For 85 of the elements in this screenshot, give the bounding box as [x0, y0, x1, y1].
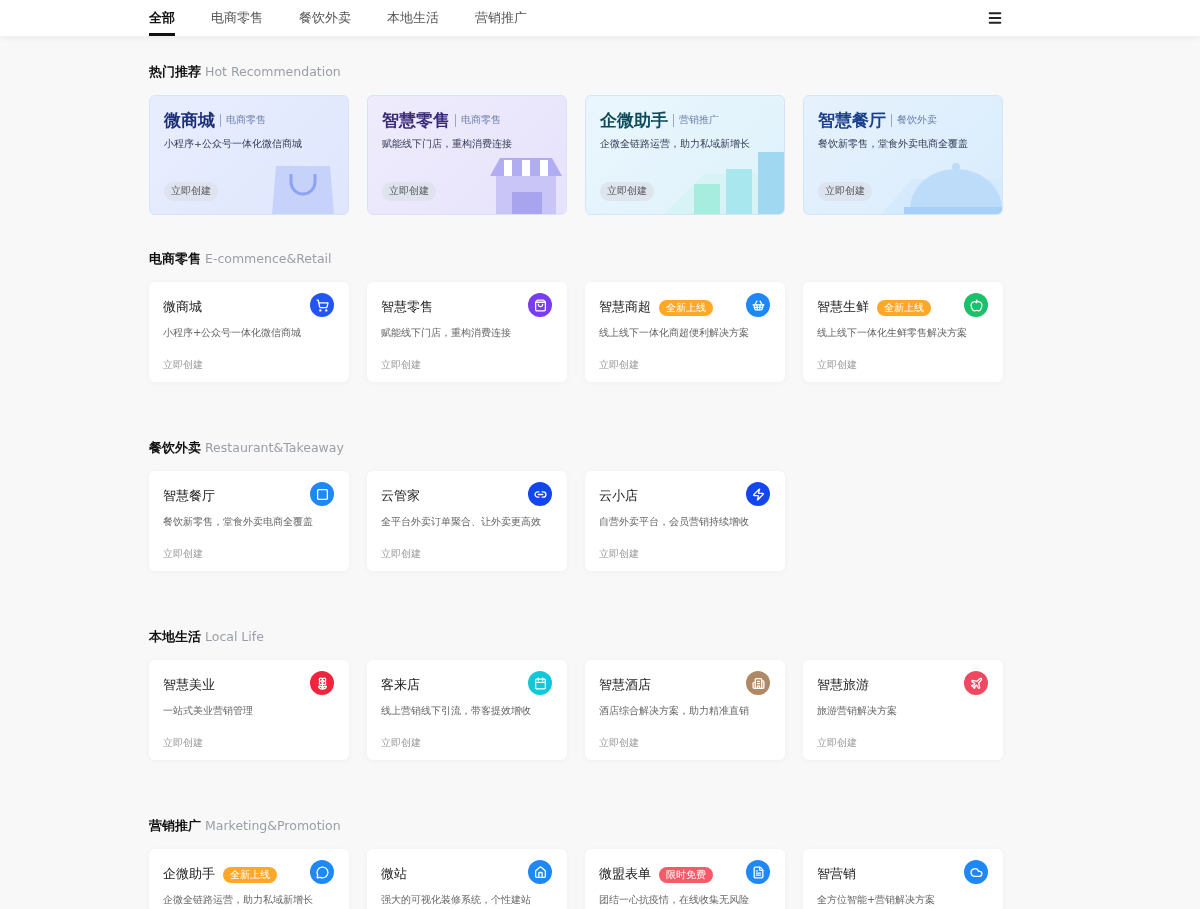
product-title: 微盟表单 — [599, 866, 651, 883]
product-title: 智慧旅游 — [817, 677, 869, 694]
product-title: 微商城 — [164, 109, 215, 132]
product-card[interactable]: 微盟表单 限时免费 团结一心抗疫情，在线收集无风险 — [585, 849, 785, 909]
product-title: 云小店 — [599, 488, 638, 505]
create-button[interactable]: 立即创建 — [382, 182, 436, 201]
product-description: 企微全链路运营，助力私域新增长 — [163, 893, 314, 907]
product-title: 企微助手 — [600, 109, 668, 132]
product-description: 酒店综合解决方案，助力精准直销 — [599, 704, 750, 718]
menu-icon[interactable] — [987, 10, 1003, 26]
product-card[interactable]: 客来店 线上营销线下引流，带客提效增收 立即创建 — [367, 660, 567, 760]
product-title: 云管家 — [381, 488, 420, 505]
status-badge: 全新上线 — [659, 299, 713, 316]
category-label: 电商零售 — [455, 114, 501, 127]
product-description: 团结一心抗疫情，在线收集无风险 — [599, 893, 750, 907]
product-title: 智慧酒店 — [599, 677, 651, 694]
category-tab[interactable]: 电商零售 — [211, 0, 263, 36]
product-title: 智慧生鲜 — [817, 299, 869, 316]
product-description: 赋能线下门店，重构消费连接 — [382, 138, 513, 151]
product-card[interactable]: 智营销 全方位智能+营销解决方案 — [803, 849, 1003, 909]
section-subtitle: Marketing&Promotion — [205, 818, 341, 833]
product-card[interactable]: 智慧餐厅 餐饮新零售，堂食外卖电商全覆盖 立即创建 — [149, 471, 349, 571]
section-subtitle: E-commence&Retail — [205, 251, 332, 266]
section-title: 餐饮外卖 — [149, 440, 201, 457]
product-card[interactable]: 微商城 小程序+公众号一体化微信商城 立即创建 — [149, 282, 349, 382]
product-description: 小程序+公众号一体化微信商城 — [163, 326, 303, 340]
create-button[interactable]: 立即创建 — [600, 182, 654, 201]
featured-product-card[interactable]: 智慧餐厅 餐饮外卖 餐饮新零售，堂食外卖电商全覆盖 立即创建 — [803, 95, 1003, 215]
section-title: 本地生活 — [149, 629, 201, 646]
product-title: 智慧零售 — [382, 109, 450, 132]
product-card[interactable]: 智慧旅游 旅游营销解决方案 立即创建 — [803, 660, 1003, 760]
section-subtitle: Local Life — [205, 629, 264, 644]
category-tab[interactable]: 本地生活 — [387, 0, 439, 36]
product-description: 全平台外卖订单聚合、让外卖更高效 — [381, 515, 542, 529]
product-description: 线上营销线下引流，带客提效增收 — [381, 704, 532, 718]
status-badge: 全新上线 — [877, 299, 931, 316]
product-description: 餐饮新零售，堂食外卖电商全覆盖 — [163, 515, 314, 529]
product-title: 智慧美业 — [163, 677, 215, 694]
product-card[interactable]: 微站 强大的可视化装修系统，个性建站 — [367, 849, 567, 909]
category-tab[interactable]: 全部 — [149, 0, 175, 36]
product-card[interactable]: 智慧零售 赋能线下门店，重构消费连接 立即创建 — [367, 282, 567, 382]
product-card[interactable]: 智慧酒店 酒店综合解决方案，助力精准直销 立即创建 — [585, 660, 785, 760]
product-title: 智慧零售 — [381, 299, 433, 316]
product-title: 智慧商超 — [599, 299, 651, 316]
section-subtitle: Restaurant&Takeaway — [205, 440, 344, 455]
featured-product-card[interactable]: 企微助手 营销推广 企微全链路运营，助力私域新增长 立即创建 — [585, 95, 785, 215]
product-description: 一站式美业营销管理 — [163, 704, 254, 718]
create-button[interactable]: 立即创建 — [818, 182, 872, 201]
section-title: 营销推广 — [149, 818, 201, 835]
product-description: 自营外卖平台，会员营销持续增收 — [599, 515, 750, 529]
product-title: 企微助手 — [163, 866, 215, 883]
category-tab[interactable]: 营销推广 — [475, 0, 527, 36]
product-title: 微商城 — [163, 299, 202, 316]
product-title: 智慧餐厅 — [818, 109, 886, 132]
create-button[interactable]: 立即创建 — [164, 182, 218, 201]
product-description: 全方位智能+营销解决方案 — [817, 893, 937, 907]
product-description: 强大的可视化装修系统，个性建站 — [381, 893, 532, 907]
section-title: 热门推荐 — [149, 64, 201, 81]
product-card[interactable]: 云管家 全平台外卖订单聚合、让外卖更高效 立即创建 — [367, 471, 567, 571]
product-description: 赋能线下门店，重构消费连接 — [381, 326, 512, 340]
product-description: 旅游营销解决方案 — [817, 704, 898, 718]
product-description: 小程序+公众号一体化微信商城 — [164, 138, 303, 151]
category-tab[interactable]: 餐饮外卖 — [299, 0, 351, 36]
section-subtitle: Hot Recommendation — [205, 64, 341, 79]
product-card[interactable]: 智慧美业 一站式美业营销管理 立即创建 — [149, 660, 349, 760]
product-description: 餐饮新零售，堂食外卖电商全覆盖 — [818, 138, 969, 151]
category-label: 电商零售 — [220, 114, 266, 127]
featured-product-card[interactable]: 智慧零售 电商零售 赋能线下门店，重构消费连接 立即创建 — [367, 95, 567, 215]
product-description: 企微全链路运营，助力私域新增长 — [600, 138, 751, 151]
product-title: 微站 — [381, 866, 407, 883]
status-badge: 限时免费 — [659, 866, 713, 883]
product-title: 客来店 — [381, 677, 420, 694]
section-title: 电商零售 — [149, 251, 201, 268]
product-description: 线上线下一体化生鲜零售解决方案 — [817, 326, 968, 340]
product-card[interactable]: 云小店 自营外卖平台，会员营销持续增收 立即创建 — [585, 471, 785, 571]
product-card[interactable]: 企微助手 全新上线 企微全链路运营，助力私域新增长 — [149, 849, 349, 909]
status-badge: 全新上线 — [223, 866, 277, 883]
product-title: 智营销 — [817, 866, 856, 883]
product-title: 智慧餐厅 — [163, 488, 215, 505]
category-label: 餐饮外卖 — [891, 114, 937, 127]
category-label: 营销推广 — [673, 114, 719, 127]
product-card[interactable]: 智慧生鲜 全新上线 线上线下一体化生鲜零售解决方案 立即创建 — [803, 282, 1003, 382]
product-card[interactable]: 智慧商超 全新上线 线上线下一体化商超便利解决方案 立即创建 — [585, 282, 785, 382]
featured-product-card[interactable]: 微商城 电商零售 小程序+公众号一体化微信商城 立即创建 — [149, 95, 349, 215]
product-description: 线上线下一体化商超便利解决方案 — [599, 326, 750, 340]
